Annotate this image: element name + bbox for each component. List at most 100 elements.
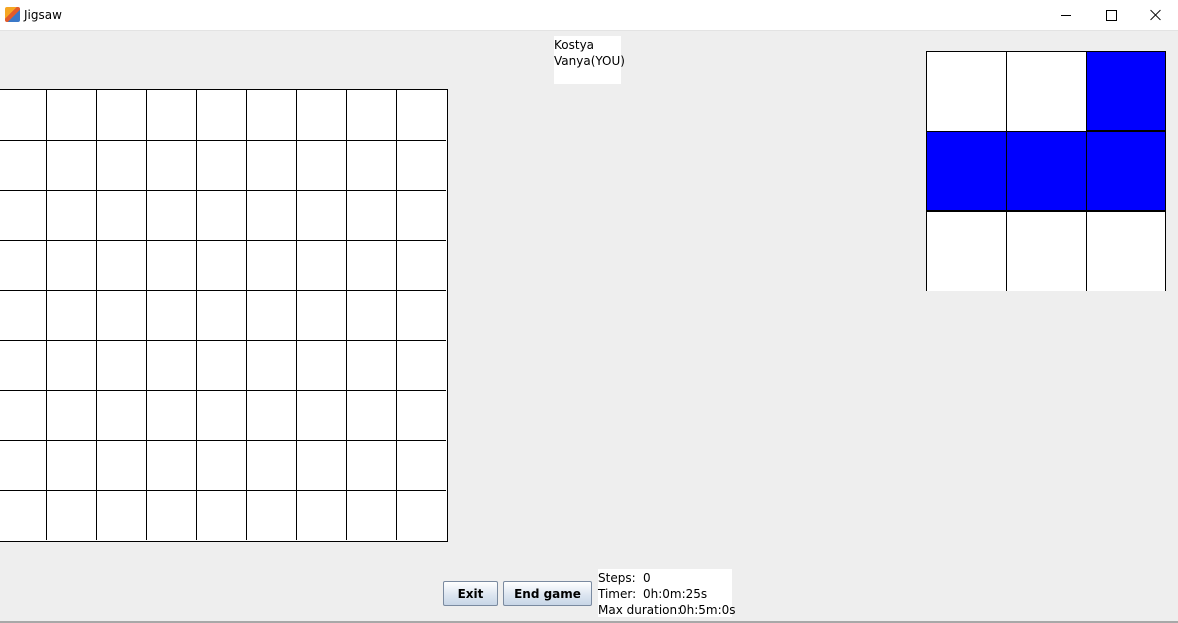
timer-row: Timer: 0h:0m:25s [598, 586, 732, 602]
board-cell[interactable] [346, 440, 396, 490]
board-cell[interactable] [296, 90, 346, 140]
board-cell[interactable] [296, 340, 346, 390]
board-cell[interactable] [346, 140, 396, 190]
board-cell[interactable] [246, 390, 296, 440]
board-cell[interactable] [246, 240, 296, 290]
board-cell[interactable] [246, 190, 296, 240]
close-button[interactable] [1133, 0, 1178, 30]
board-cell[interactable] [146, 190, 196, 240]
board-cell[interactable] [196, 190, 246, 240]
board-cell[interactable] [396, 340, 446, 390]
board-cell[interactable] [96, 90, 146, 140]
board-cell[interactable] [146, 440, 196, 490]
board-cell[interactable] [246, 340, 296, 390]
board-cell[interactable] [96, 490, 146, 540]
board-cell[interactable] [296, 240, 346, 290]
board-cell[interactable] [96, 390, 146, 440]
board-cell[interactable] [46, 390, 96, 440]
board-cell[interactable] [396, 240, 446, 290]
end-game-button[interactable]: End game [503, 581, 592, 606]
board-cell[interactable] [346, 290, 396, 340]
board-cell[interactable] [96, 290, 146, 340]
board-cell[interactable] [146, 90, 196, 140]
board-cell[interactable] [196, 390, 246, 440]
board-cell[interactable] [346, 490, 396, 540]
piece-cell-filled [1086, 131, 1166, 211]
board-cell[interactable] [0, 440, 46, 490]
board-cell[interactable] [0, 490, 46, 540]
board-cell[interactable] [396, 140, 446, 190]
board-cell[interactable] [346, 240, 396, 290]
timer-value: 0h:0m:25s [643, 587, 708, 601]
board-cell[interactable] [46, 240, 96, 290]
board-cell[interactable] [96, 190, 146, 240]
board-cell[interactable] [396, 440, 446, 490]
board-cell[interactable] [46, 490, 96, 540]
board-cell[interactable] [346, 390, 396, 440]
board-cell[interactable] [0, 140, 46, 190]
board-cell[interactable] [46, 290, 96, 340]
board-cell[interactable] [246, 290, 296, 340]
exit-button[interactable]: Exit [443, 581, 498, 606]
game-stats: Steps: 0 Timer: 0h:0m:25s Max duration:0h:… [598, 569, 736, 617]
board-cell[interactable] [396, 390, 446, 440]
steps-label: Steps: [598, 571, 636, 585]
board-cell[interactable] [296, 440, 346, 490]
board-cell[interactable] [0, 190, 46, 240]
piece-cell-empty [1006, 51, 1086, 131]
board-cell[interactable] [196, 240, 246, 290]
board-cell[interactable] [0, 340, 46, 390]
maximize-button[interactable] [1088, 0, 1134, 30]
board-cell[interactable] [196, 90, 246, 140]
board-cell[interactable] [96, 340, 146, 390]
board-cell[interactable] [396, 190, 446, 240]
players-list: Kostya Vanya(YOU) [554, 36, 625, 84]
board-cell[interactable] [96, 240, 146, 290]
maximize-icon [1105, 9, 1117, 21]
board-cell[interactable] [396, 90, 446, 140]
piece-cell-empty [1006, 211, 1086, 291]
board-cell[interactable] [96, 140, 146, 190]
board-cell[interactable] [96, 440, 146, 490]
board-cell[interactable] [196, 340, 246, 390]
board-cell[interactable] [296, 490, 346, 540]
board-cell[interactable] [246, 440, 296, 490]
board-cell[interactable] [0, 90, 46, 140]
board-cell[interactable] [196, 290, 246, 340]
board-cell[interactable] [146, 390, 196, 440]
board-cell[interactable] [146, 240, 196, 290]
board-cell[interactable] [346, 90, 396, 140]
board-cell[interactable] [346, 340, 396, 390]
board-cell[interactable] [46, 140, 96, 190]
board-cell[interactable] [196, 490, 246, 540]
board-cell[interactable] [396, 490, 446, 540]
board-cell[interactable] [196, 140, 246, 190]
board-cell[interactable] [46, 90, 96, 140]
board-cell[interactable] [46, 440, 96, 490]
board-cell[interactable] [146, 140, 196, 190]
steps-value: 0 [643, 571, 651, 585]
game-board[interactable] [0, 89, 448, 542]
piece-cell-empty [926, 211, 1006, 291]
board-cell[interactable] [146, 290, 196, 340]
board-cell[interactable] [196, 440, 246, 490]
board-cell[interactable] [246, 90, 296, 140]
board-cell[interactable] [346, 190, 396, 240]
minimize-button[interactable] [1043, 0, 1089, 30]
board-cell[interactable] [0, 390, 46, 440]
board-cell[interactable] [0, 240, 46, 290]
board-cell[interactable] [296, 390, 346, 440]
board-cell[interactable] [396, 290, 446, 340]
board-cell[interactable] [0, 290, 46, 340]
piece-preview [926, 51, 1166, 291]
board-cell[interactable] [296, 290, 346, 340]
board-cell[interactable] [146, 340, 196, 390]
board-cell[interactable] [46, 340, 96, 390]
timer-label: Timer: [598, 587, 637, 601]
board-cell[interactable] [46, 190, 96, 240]
board-cell[interactable] [246, 140, 296, 190]
board-cell[interactable] [296, 140, 346, 190]
board-cell[interactable] [296, 190, 346, 240]
board-cell[interactable] [246, 490, 296, 540]
board-cell[interactable] [146, 490, 196, 540]
